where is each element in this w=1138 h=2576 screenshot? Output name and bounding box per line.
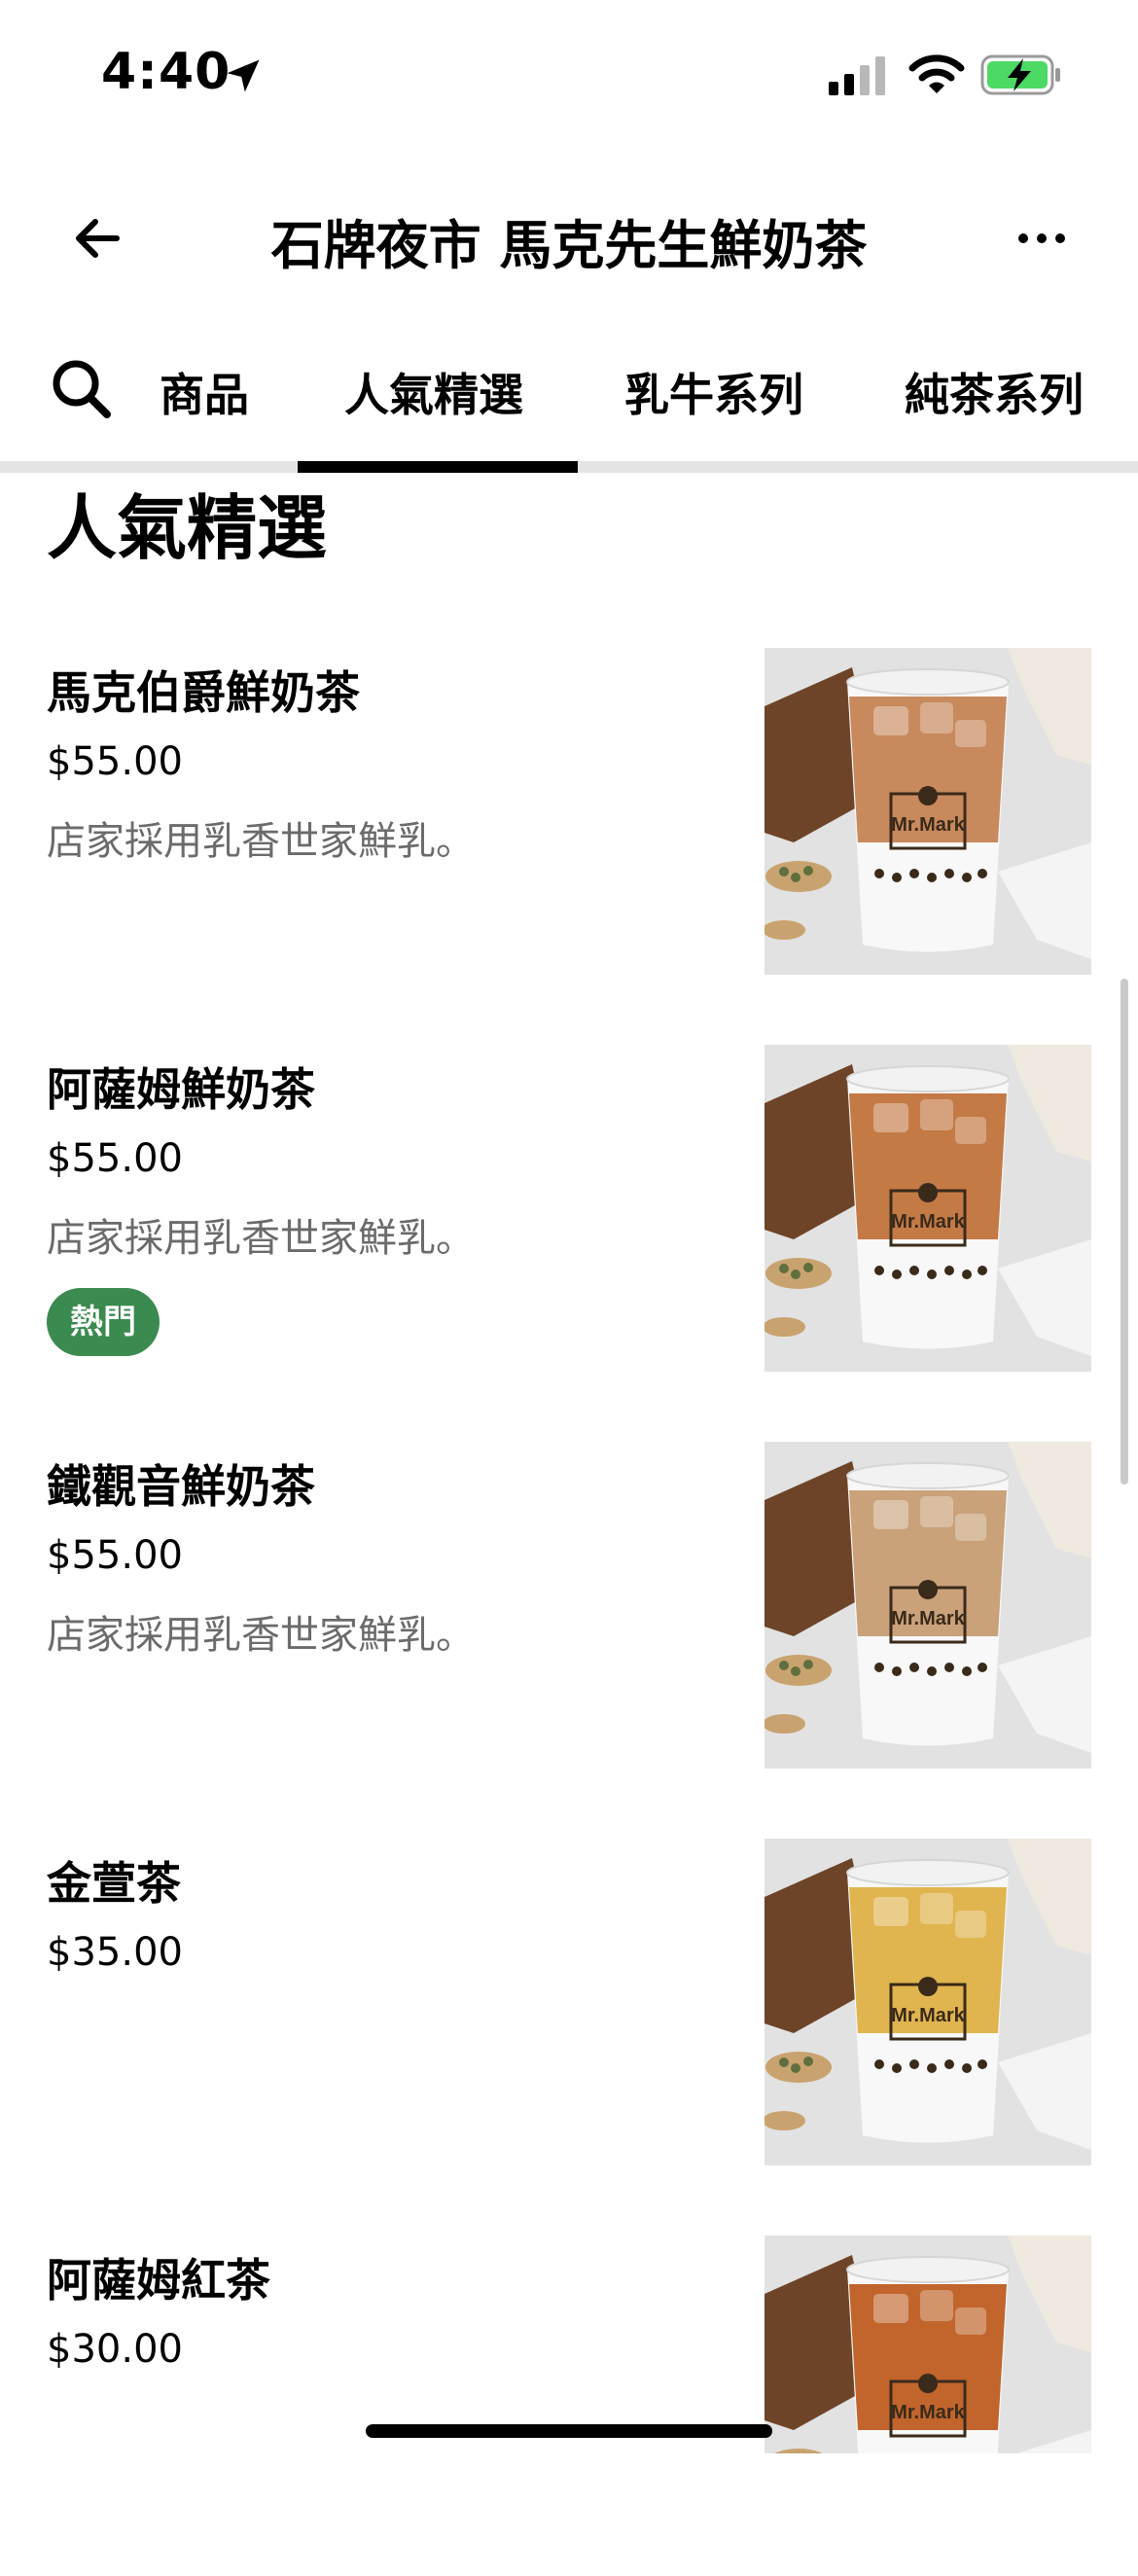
navigation-bar: 石牌夜市 馬克先生鮮奶茶 [0,175,1138,302]
item-price: $35.00 [47,1930,183,1975]
item-price: $55.00 [47,1533,183,1578]
svg-text:Mr.Mark: Mr.Mark [891,1608,965,1629]
item-price: $55.00 [47,1136,183,1181]
active-tab-indicator [298,461,578,473]
item-description: 店家採用乳香世家鮮乳。 [47,1613,475,1658]
product-image[interactable]: Mr.Mark [765,1442,1091,1769]
item-name: 鐵觀音鮮奶茶 [47,1460,315,1513]
store-title: 石牌夜市 馬克先生鮮奶茶 [270,215,868,276]
product-image[interactable]: Mr.Mark [765,648,1091,975]
tab-products[interactable]: 商品 [160,360,249,424]
wifi-icon [908,54,965,93]
item-name: 阿薩姆紅茶 [47,2254,270,2307]
svg-text:Mr.Mark: Mr.Mark [891,1211,965,1233]
item-description: 店家採用乳香世家鮮乳。 [47,1216,475,1261]
item-name: 馬克伯爵鮮奶茶 [47,666,360,719]
item-name: 阿薩姆鮮奶茶 [47,1063,315,1116]
status-bar: 4:40 [0,0,1138,146]
status-time: 4:40 [101,43,231,101]
search-icon[interactable] [49,356,113,420]
menu-item[interactable]: 阿薩姆紅茶 $30.00 Mr.Mark [0,2236,1138,2576]
tab-pure-tea-series[interactable]: 純茶系列 [905,360,1084,424]
menu-item[interactable]: 鐵觀音鮮奶茶 $55.00 店家採用乳香世家鮮乳。 Mr.Mark [0,1442,1138,1782]
item-name: 金萱茶 [47,1857,181,1910]
product-image[interactable]: Mr.Mark [765,1839,1091,2165]
battery-charging-icon [980,54,1060,95]
location-arrow-icon [227,59,260,92]
svg-text:Mr.Mark: Mr.Mark [891,2402,965,2423]
svg-text:Mr.Mark: Mr.Mark [891,814,965,836]
menu-item[interactable]: 金萱茶 $35.00 Mr.Mark [0,1839,1138,2179]
scrollbar[interactable] [1120,979,1128,1485]
back-arrow-icon[interactable] [64,204,132,272]
item-price: $30.00 [47,2327,183,2372]
category-tabs: 商品 人氣精選 乳牛系列 純茶系列 [0,331,1138,477]
menu-item[interactable]: 阿薩姆鮮奶茶 $55.00 店家採用乳香世家鮮乳。 熱門 Mr.Mark [0,1045,1138,1385]
tab-dairy-series[interactable]: 乳牛系列 [624,360,803,424]
popular-badge: 熱門 [47,1288,160,1356]
item-description: 店家採用乳香世家鮮乳。 [47,819,475,864]
svg-text:Mr.Mark: Mr.Mark [891,2005,965,2026]
home-indicator[interactable] [366,2424,772,2438]
section-title: 人氣精選 [47,487,328,569]
item-price: $55.00 [47,739,183,784]
more-options-icon[interactable] [1008,204,1076,272]
tab-popular[interactable]: 人氣精選 [344,360,523,424]
menu-item[interactable]: 馬克伯爵鮮奶茶 $55.00 店家採用乳香世家鮮乳。 Mr.Mark [0,648,1138,988]
product-image[interactable]: Mr.Mark [765,2236,1091,2453]
cellular-signal-icon [829,56,885,95]
product-image[interactable]: Mr.Mark [765,1045,1091,1372]
